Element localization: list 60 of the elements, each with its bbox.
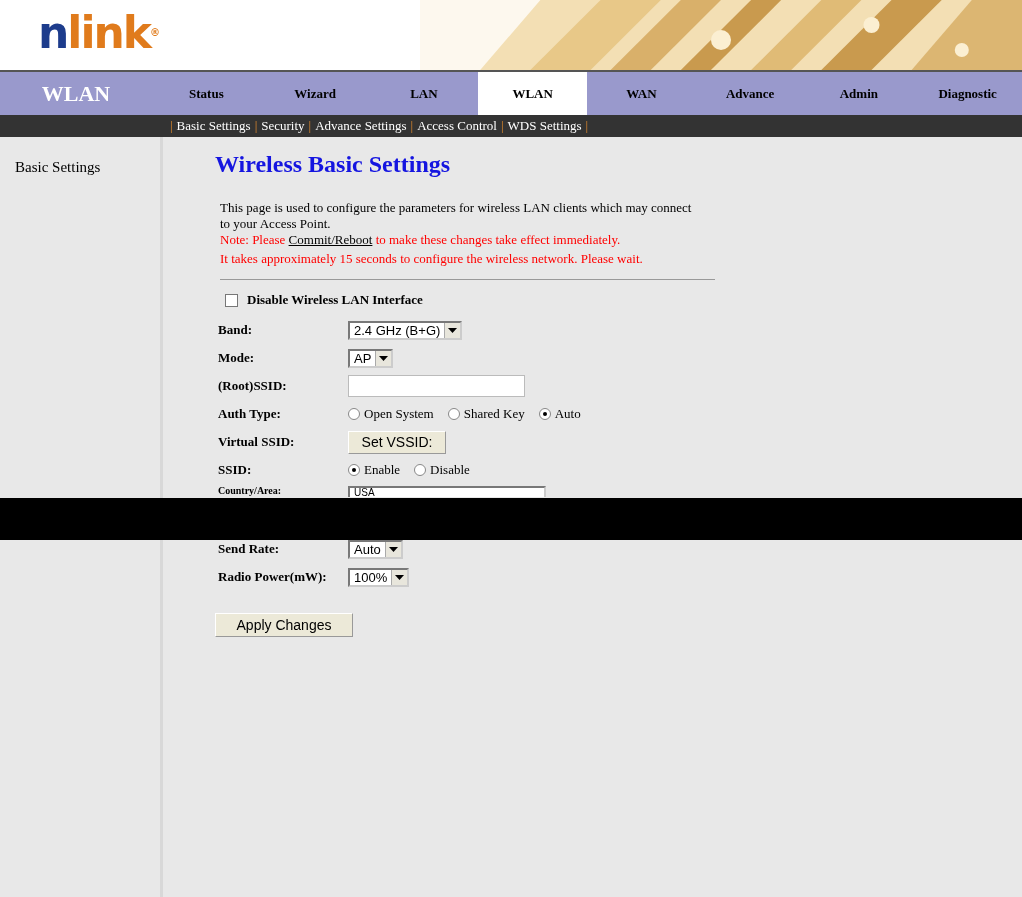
nav-tab[interactable]: Admin [804, 72, 914, 115]
field-label: Send Rate: [218, 541, 281, 557]
radio-button[interactable] [538, 408, 551, 420]
intro-text: This page is used to configure the parameters for wireless LAN clients which may connect to your Access Point. [219, 200, 693, 232]
dropdown[interactable]: 2.4 GHz (B+G) [348, 320, 463, 340]
field-label: SSID: [218, 462, 253, 478]
nav-tab[interactable]: WAN [587, 72, 696, 115]
subnav-link[interactable]: Security [261, 118, 305, 134]
dropdown[interactable]: 100% [348, 567, 410, 587]
set-vssid-button[interactable]: Set VSSID: [348, 430, 446, 454]
field-label: Country/Area: [218, 486, 283, 496]
field-label: (Root)SSID: [218, 378, 288, 394]
apply-changes-button[interactable]: Apply Changes [215, 613, 353, 637]
nav-tab[interactable]: Status [152, 72, 261, 115]
separator: | [585, 118, 589, 134]
radio-label: Auto [554, 406, 581, 422]
field-label: Virtual SSID: [218, 434, 296, 450]
separator: | [254, 118, 258, 134]
page-title: Wireless Basic Settings [215, 151, 452, 178]
radio-label: Shared Key [463, 406, 525, 422]
dropdown[interactable]: USA [348, 486, 546, 497]
nav-tab[interactable]: Advance [695, 72, 805, 115]
field-label: Radio Power(mW): [218, 569, 328, 585]
checkbox-label: Disable Wireless LAN Interface [247, 292, 423, 308]
input-field[interactable] [348, 375, 525, 397]
field-label: Band: [218, 322, 253, 338]
radio-label: Disable [430, 462, 470, 478]
logo: nlink$^{®}$ [37, 6, 162, 58]
commit-reboot-link[interactable]: Commit/Reboot [288, 232, 373, 247]
nav-tab[interactable]: Diagnostic [913, 72, 1022, 115]
radio-button[interactable] [447, 408, 460, 420]
subnav-link[interactable]: Access Control [417, 118, 497, 134]
caret-icon [375, 350, 392, 366]
dropdown[interactable]: AP [348, 348, 394, 368]
radio-button[interactable] [414, 464, 427, 476]
wait-text: It takes approximately 15 seconds to configure the wireless network. Please wait. [219, 251, 644, 267]
subnav-link[interactable]: Basic Settings [176, 118, 251, 134]
nav-tab[interactable]: LAN [369, 72, 479, 115]
radio-button[interactable] [348, 464, 360, 476]
radio-label: Enable [364, 462, 401, 478]
subnav-link[interactable]: WDS Settings [507, 118, 582, 134]
caret-icon [384, 541, 401, 557]
nav-tab[interactable]: WLAN [478, 72, 587, 115]
sidebar-item[interactable]: Basic Settings [0, 159, 160, 176]
separator: | [500, 118, 504, 134]
dropdown[interactable]: Auto [348, 539, 403, 559]
nav-tab[interactable]: Wizard [260, 72, 370, 115]
radio-button[interactable] [348, 408, 360, 420]
radio-label: Open System [364, 406, 434, 422]
separator: | [410, 118, 414, 134]
field-label: Mode: [218, 350, 256, 366]
caret-icon [444, 322, 461, 338]
separator: | [308, 118, 312, 134]
caret-icon [391, 569, 408, 585]
separator: | [170, 118, 173, 134]
section-title: WLAN [40, 80, 112, 107]
checkbox[interactable] [225, 293, 238, 307]
note-text: Note: Please Commit/Reboot to make these changes take effect immediately. [219, 232, 622, 248]
field-label: Auth Type: [218, 406, 282, 422]
subnav-link[interactable]: Advance Settings [315, 118, 407, 134]
